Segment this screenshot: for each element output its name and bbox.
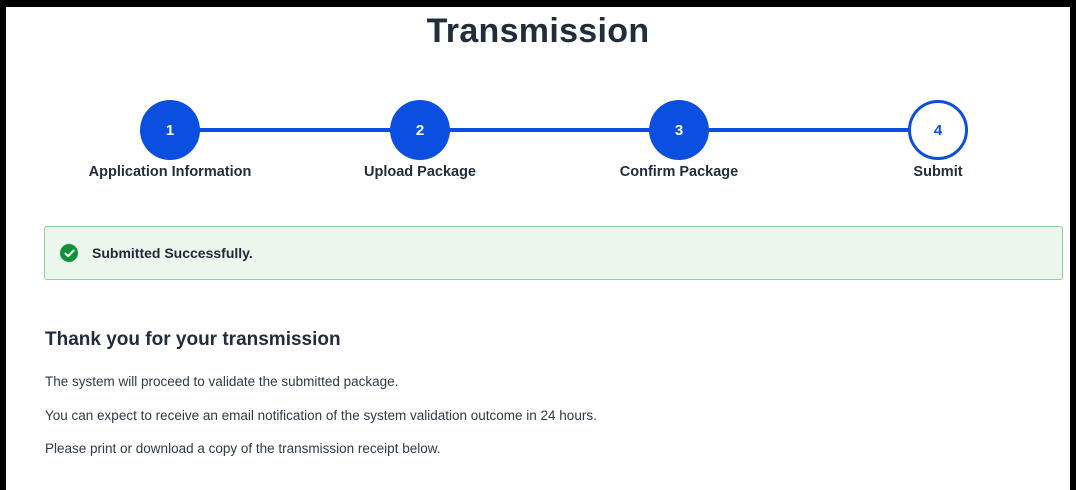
- step-label: Submit: [913, 164, 963, 180]
- step-label: Application Information: [88, 164, 252, 180]
- step-submit[interactable]: 4 Submit: [838, 100, 1038, 180]
- stepper-track: [170, 128, 938, 132]
- check-circle-icon: [60, 244, 78, 262]
- progress-stepper: 1 Application Information 2 Upload Packa…: [0, 100, 1076, 190]
- step-circle: 3: [649, 100, 709, 160]
- step-number: 4: [933, 121, 943, 139]
- step-number: 1: [165, 121, 175, 139]
- alert-message: Submitted Successfully.: [92, 245, 253, 261]
- thank-you-heading: Thank you for your transmission: [45, 329, 341, 350]
- step-upload-package[interactable]: 2 Upload Package: [320, 100, 520, 180]
- step-application-information[interactable]: 1 Application Information: [70, 100, 270, 180]
- page-title: Transmission: [426, 12, 650, 50]
- info-paragraph: The system will proceed to validate the …: [45, 374, 399, 389]
- step-label: Upload Package: [363, 164, 476, 180]
- step-label: Confirm Package: [619, 164, 739, 180]
- step-number: 3: [674, 121, 684, 139]
- info-paragraph: Please print or download a copy of the t…: [45, 441, 441, 456]
- step-number: 2: [415, 121, 425, 139]
- step-circle: 4: [908, 100, 968, 160]
- success-alert: Submitted Successfully.: [44, 226, 1063, 280]
- info-paragraph: You can expect to receive an email notif…: [45, 408, 597, 423]
- step-circle: 2: [390, 100, 450, 160]
- step-circle: 1: [140, 100, 200, 160]
- step-confirm-package[interactable]: 3 Confirm Package: [579, 100, 779, 180]
